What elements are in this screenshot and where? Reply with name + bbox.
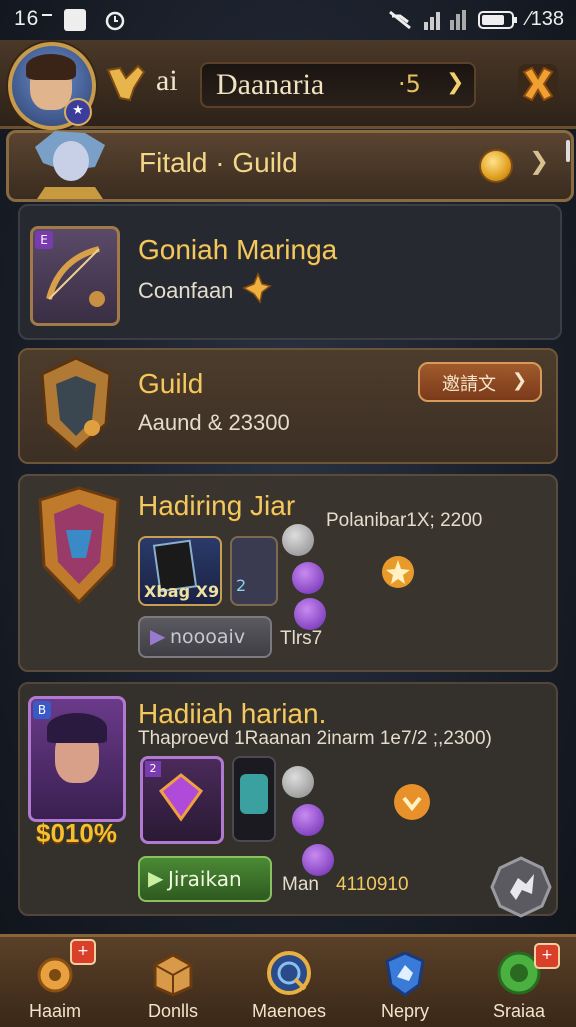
daily2-claim-label: Jiraikan	[168, 867, 242, 891]
reward-item-1[interactable]: Xbag X9	[138, 536, 222, 606]
daily-reward-card[interactable]: Hadiring Jiar Polanibar1X; 2200 Xbag X9 …	[18, 474, 558, 672]
star-shard-icon	[242, 272, 272, 304]
daily-footer: Tlrs7	[280, 628, 323, 649]
avatar-level-badge: ★	[64, 98, 92, 126]
top-header: ★ ai Daanaria ·5 ❯	[0, 40, 576, 130]
nav-item-sraiaa[interactable]: + Sraiaa	[464, 937, 574, 1027]
reward-item-4[interactable]	[232, 756, 276, 842]
guild-shield-icon	[40, 356, 112, 452]
hero-card: B	[28, 696, 126, 822]
status-time: 16	[14, 7, 40, 30]
reward-item-2-label: 2	[236, 576, 247, 595]
nav-label: Haaim	[28, 1001, 81, 1021]
guild-banner[interactable]: Fitald · Guild ❯	[6, 130, 574, 202]
chevron-right-icon: ❯	[529, 147, 550, 175]
alert-badge: +	[70, 939, 96, 965]
item-badge: 2	[145, 761, 161, 777]
status-right-text: ⁄138	[527, 8, 564, 30]
nav-item-haaim[interactable]: + Haaim	[0, 937, 110, 1027]
nav-item-maenoes[interactable]: Maenoes	[234, 937, 344, 1027]
reward-item-3[interactable]: 2	[140, 756, 224, 844]
player-name-bar[interactable]: Daanaria ·5 ❯	[200, 62, 476, 108]
percent-label: $010%	[36, 818, 117, 848]
hero-hair	[47, 713, 107, 743]
alert-badge: +	[534, 943, 560, 969]
player-name: Daanaria	[216, 68, 325, 101]
status-dash-icon	[42, 14, 52, 16]
daily-title: Hadiring Jiar	[138, 490, 296, 521]
purple-orb-icon	[294, 598, 326, 630]
arrow-orb-icon	[282, 766, 314, 798]
guild-card[interactable]: Guild Aaund & 23300 邀請文 ❯	[18, 348, 558, 464]
header-prefix: ai	[156, 64, 178, 97]
profile-emblem: E	[30, 226, 120, 326]
nav-label: Maenoes	[251, 1001, 327, 1021]
profile-title: Goniah Maringa	[138, 234, 338, 265]
hero-portrait-icon	[35, 131, 105, 199]
guild-invite-label: 邀請文	[442, 374, 496, 395]
alarm-icon	[105, 11, 125, 31]
settings-gear-button[interactable]	[490, 856, 552, 918]
coin-icon	[479, 149, 513, 183]
daily-info: Polanibar1X; 2200	[326, 510, 483, 531]
bottom-nav: + Haaim Donlls Maenoes Nepry + Sraiaa	[0, 934, 576, 1027]
sparkle-orb-icon	[292, 562, 324, 594]
signal-icon	[424, 10, 466, 30]
battery-icon	[478, 11, 517, 29]
profile-badge: E	[35, 231, 53, 249]
nav-item-donlls[interactable]: Donlls	[118, 937, 228, 1027]
reward-item-2[interactable]: 2	[230, 536, 278, 606]
close-button[interactable]	[514, 60, 562, 108]
play-icon: ▶	[148, 866, 164, 890]
chevron-right-icon: ❯	[512, 370, 528, 391]
play-icon: ▶	[150, 624, 166, 648]
guild-banner-title: Fitald · Guild	[139, 147, 298, 178]
hero-badge: B	[33, 701, 51, 719]
blue-shield-icon	[385, 951, 425, 997]
guild-title: Guild	[138, 368, 204, 399]
crest-icon	[106, 64, 146, 102]
notification-icon	[64, 9, 86, 31]
guild-subtitle: Aaund & 23300	[138, 410, 290, 435]
nav-label: Donlls	[147, 1001, 199, 1021]
daily2-footer-value: 4110910	[336, 874, 409, 895]
gem-icon	[158, 773, 204, 822]
profile-subtitle: Coanfaan	[138, 278, 234, 303]
nav-label: Sraiaa	[492, 1001, 546, 1021]
status-bar: 16 ⁄138	[0, 0, 576, 40]
gold-medal-icon	[394, 784, 430, 820]
nav-label: Nepry	[380, 1001, 429, 1021]
player-avatar[interactable]: ★	[8, 42, 96, 130]
scrollbar[interactable]	[566, 140, 570, 162]
daily2-title: Hadiiah harian.	[138, 698, 327, 729]
profile-card[interactable]: E Goniah Maringa Coanfaan	[18, 204, 562, 340]
arrow-orb-icon	[282, 524, 314, 556]
sparkle-orb-icon	[292, 804, 324, 836]
crate-icon	[153, 953, 193, 997]
nav-item-nepry[interactable]: Nepry	[350, 937, 460, 1027]
relic-icon	[240, 774, 268, 814]
mute-icon	[389, 10, 411, 30]
daily-claim-button[interactable]: ▶ noooaiv	[138, 616, 272, 658]
purple-orb-icon	[302, 844, 334, 876]
avatar-hair	[26, 54, 76, 80]
compass-icon	[267, 951, 311, 995]
daily2-footer-prefix: Man	[282, 874, 319, 895]
reward-item-1-label: Xbag X9	[144, 582, 220, 601]
chevron-right-icon: ❯	[446, 70, 465, 95]
bow-icon	[46, 246, 105, 307]
daily2-info: Thaproevd 1Raanan 2inarm 1e7/2 ;,2300)	[138, 728, 492, 749]
guild-invite-button[interactable]: 邀請文 ❯	[418, 362, 542, 402]
gold-star-icon	[382, 556, 414, 588]
shield-emblem-icon	[38, 486, 120, 605]
daily-reward-card-2[interactable]: B $010% Hadiiah harian. Thaproevd 1Raana…	[18, 682, 558, 918]
player-name-value: ·5	[398, 70, 421, 98]
daily-claim-label: noooaiv	[170, 626, 246, 648]
daily2-claim-button[interactable]: ▶ Jiraikan	[138, 856, 272, 902]
